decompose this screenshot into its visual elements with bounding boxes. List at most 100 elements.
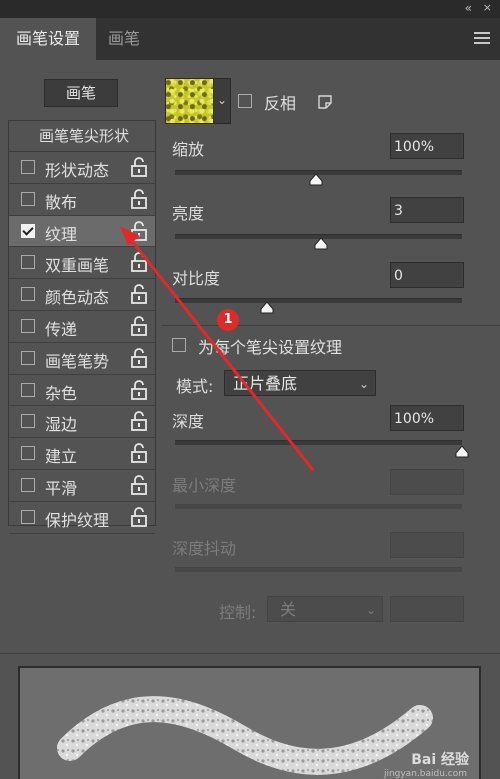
close-icon[interactable]: × xyxy=(483,1,492,14)
control-extra-input xyxy=(390,596,464,622)
min-depth-input xyxy=(390,469,464,495)
panel-menu-icon[interactable] xyxy=(474,32,490,44)
list-item[interactable]: 湿边 xyxy=(9,406,155,439)
list-item-label: 双重画笔 xyxy=(45,256,110,276)
brush-preset-button[interactable]: 画笔 xyxy=(44,79,118,107)
lock-icon[interactable] xyxy=(129,410,149,432)
list-item-label: 湿边 xyxy=(45,415,78,435)
texture-pattern-swatch[interactable] xyxy=(165,78,215,124)
contrast-input[interactable]: 0 xyxy=(390,262,464,288)
list-item[interactable]: 平滑 xyxy=(9,470,155,502)
brush-stroke-preview: Bai 经验 jingyan.baidu.com xyxy=(18,666,481,779)
control-label: 控制: xyxy=(219,603,257,622)
list-item[interactable]: 散布 xyxy=(9,184,155,216)
depth-jitter-input xyxy=(390,532,464,558)
list-item-label: 颜色动态 xyxy=(45,288,110,308)
list-item-label: 形状动态 xyxy=(45,161,110,180)
watermark-brand: Bai 经验 xyxy=(411,752,469,768)
checkbox[interactable] xyxy=(21,191,35,206)
list-item-label: 杂色 xyxy=(45,383,78,403)
lock-icon[interactable] xyxy=(129,474,149,496)
list-item-label: 平滑 xyxy=(45,478,78,498)
lock-icon[interactable] xyxy=(129,347,149,369)
checkbox[interactable] xyxy=(21,318,35,333)
list-item-label: 建立 xyxy=(45,447,78,467)
list-item-label: 纹理 xyxy=(45,224,78,244)
list-item-label: 散布 xyxy=(45,192,78,212)
checkbox[interactable] xyxy=(21,160,35,174)
contrast-slider[interactable] xyxy=(175,298,462,303)
list-item[interactable]: 纹理 xyxy=(9,215,155,248)
contrast-slider-thumb[interactable] xyxy=(260,302,274,314)
brush-tip-shape-item[interactable]: 画笔笔尖形状 xyxy=(9,121,155,152)
control-value: 关 xyxy=(280,600,297,619)
checkbox[interactable] xyxy=(21,477,35,492)
depth-jitter-slider xyxy=(175,567,462,572)
lock-icon[interactable] xyxy=(129,156,149,178)
depth-jitter-label: 深度抖动 xyxy=(172,539,237,558)
checkbox[interactable] xyxy=(21,287,35,302)
list-item[interactable]: 形状动态 xyxy=(9,152,155,184)
list-item-label: 画笔笔势 xyxy=(45,351,110,371)
mode-select[interactable]: 正片叠底 ⌄ xyxy=(224,370,376,396)
list-item-label: 保护纹理 xyxy=(45,510,110,530)
checkbox[interactable] xyxy=(21,509,35,524)
depth-slider[interactable] xyxy=(175,440,462,445)
new-preset-icon[interactable] xyxy=(318,95,332,109)
chevron-down-icon: ⌄ xyxy=(217,93,228,107)
lock-icon[interactable] xyxy=(129,506,149,528)
list-item[interactable]: 保护纹理 xyxy=(9,502,155,534)
mode-value: 正片叠底 xyxy=(233,374,298,393)
lock-icon[interactable] xyxy=(129,188,149,210)
brightness-label: 亮度 xyxy=(172,204,205,223)
checkbox[interactable] xyxy=(21,223,35,238)
list-item[interactable]: 双重画笔 xyxy=(9,247,155,280)
chevron-down-icon: ⌄ xyxy=(358,377,369,391)
brush-options-list: 画笔笔尖形状 形状动态散布纹理双重画笔颜色动态传递画笔笔势杂色湿边建立平滑保护纹… xyxy=(8,120,156,534)
list-item[interactable]: 杂色 xyxy=(9,375,155,407)
control-select: 关 ⌄ xyxy=(267,596,383,622)
tab-brush-settings[interactable]: 画笔设置 xyxy=(0,18,96,60)
pattern-picker-dropdown[interactable]: ⌄ xyxy=(213,78,231,124)
checkbox[interactable] xyxy=(21,414,35,429)
preview-divider xyxy=(0,653,500,654)
section-divider xyxy=(162,325,500,326)
watermark-url: jingyan.baidu.com xyxy=(383,769,467,779)
mode-label: 模式: xyxy=(176,377,214,396)
lock-icon[interactable] xyxy=(129,251,149,273)
checkbox[interactable] xyxy=(21,446,35,461)
collapse-panel-icon[interactable]: « xyxy=(465,1,472,15)
depth-input[interactable]: 100% xyxy=(390,405,464,431)
checkbox[interactable] xyxy=(21,255,35,270)
min-depth-slider xyxy=(175,504,462,509)
lock-icon[interactable] xyxy=(129,315,149,337)
depth-slider-thumb[interactable] xyxy=(455,446,469,458)
scale-input[interactable]: 100% xyxy=(390,133,464,159)
texture-each-tip-label: 为每个笔尖设置纹理 xyxy=(198,338,343,357)
lock-icon[interactable] xyxy=(129,379,149,401)
list-item[interactable]: 颜色动态 xyxy=(9,279,155,311)
scale-slider-thumb[interactable] xyxy=(309,174,323,186)
checkbox[interactable] xyxy=(21,350,35,365)
brightness-slider-thumb[interactable] xyxy=(314,238,328,250)
contrast-label: 对比度 xyxy=(172,269,221,288)
depth-label: 深度 xyxy=(172,412,205,431)
annotation-badge: 1 xyxy=(217,309,239,331)
list-item[interactable]: 建立 xyxy=(9,438,155,470)
panel-topbar: « × xyxy=(0,0,500,18)
lock-icon[interactable] xyxy=(129,442,149,464)
list-item[interactable]: 传递 xyxy=(9,311,155,343)
tab-brush[interactable]: 画笔 xyxy=(108,18,140,60)
invert-checkbox[interactable] xyxy=(238,94,252,108)
brightness-input[interactable]: 3 xyxy=(390,197,464,223)
lock-icon[interactable] xyxy=(129,220,149,242)
invert-label: 反相 xyxy=(264,94,297,113)
scale-label: 缩放 xyxy=(172,140,205,159)
texture-each-tip-checkbox[interactable] xyxy=(172,338,186,352)
panel-tabbar: 画笔设置 画笔 xyxy=(0,18,500,60)
checkbox[interactable] xyxy=(21,382,35,397)
list-item-label: 传递 xyxy=(45,319,78,339)
list-item[interactable]: 画笔笔势 xyxy=(9,343,155,375)
lock-icon[interactable] xyxy=(129,283,149,305)
chevron-down-icon: ⌄ xyxy=(365,603,376,617)
